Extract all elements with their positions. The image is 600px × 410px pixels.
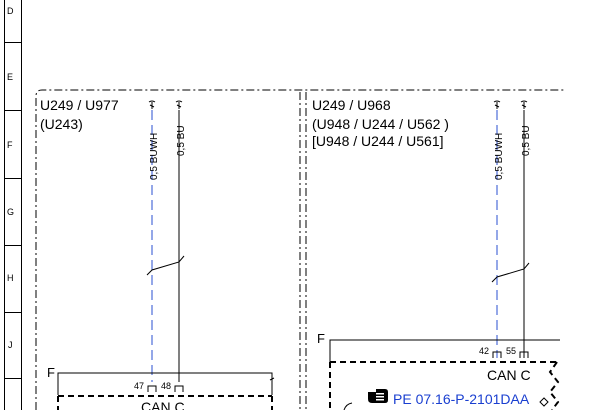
pin-terminal-icon xyxy=(174,385,184,392)
row-label-g: G xyxy=(7,207,14,217)
wiring-diagram: D E F G H J U249 / U977 (U243) 0,5 BUWH … xyxy=(4,0,565,410)
pin-number-47: 47 xyxy=(134,381,144,391)
left-unit-label: U249 / U977 xyxy=(40,97,119,113)
row-label-f: F xyxy=(7,140,13,150)
connector-letter-right: F xyxy=(317,331,325,346)
connector-housing-right xyxy=(329,339,560,362)
wire-label-bu-left: 0,5 BU xyxy=(176,125,187,156)
left-panel: U249 / U977 (U243) 0,5 BUWH 0,5 BU F 47 … xyxy=(40,97,275,410)
row-label-d: D xyxy=(7,6,14,16)
connector-letter-left: F xyxy=(47,365,55,380)
module-box-break-edge xyxy=(548,361,560,410)
wire-end-icon xyxy=(493,100,501,109)
wire-label-bu-right: 0,5 BU xyxy=(521,125,532,156)
pin-terminal-icon xyxy=(147,385,157,392)
pin-number-48: 48 xyxy=(161,381,171,391)
right-unit-alt-label: (U948 / U244 / U562 ) xyxy=(312,116,449,132)
right-unit-label: U249 / U968 xyxy=(312,97,391,113)
row-label-h: H xyxy=(7,273,14,283)
right-panel: U249 / U968 (U948 / U244 / U562 ) [U948 … xyxy=(312,97,560,410)
right-unit-alt-label-2: [U948 / U244 / U561] xyxy=(312,133,444,149)
module-label-right: CAN C xyxy=(487,367,531,383)
pin-number-55: 55 xyxy=(506,346,516,356)
wire-label-buwh-right: 0,5 BUWH xyxy=(494,133,505,180)
left-unit-alt-label: (U243) xyxy=(40,116,83,132)
grid-ruler: D E F G H J xyxy=(4,0,22,410)
module-label-left: CAN C xyxy=(141,399,185,410)
twisted-pair-marker xyxy=(146,255,185,276)
wire-end-icon xyxy=(520,100,528,109)
wire-label-buwh-left: 0,5 BUWH xyxy=(149,133,160,180)
wire-end-icon xyxy=(148,100,156,109)
pin-number-42: 42 xyxy=(479,346,489,356)
pointing-hand-icon xyxy=(368,389,388,403)
component-edge xyxy=(343,402,353,410)
reference-link[interactable]: PE 07.16-P-2101DAA xyxy=(393,391,530,407)
row-label-e: E xyxy=(7,72,13,82)
wire-end-icon xyxy=(175,100,183,109)
component-edge xyxy=(539,397,549,407)
twisted-pair-marker xyxy=(491,262,530,283)
row-label-j: J xyxy=(8,340,13,350)
